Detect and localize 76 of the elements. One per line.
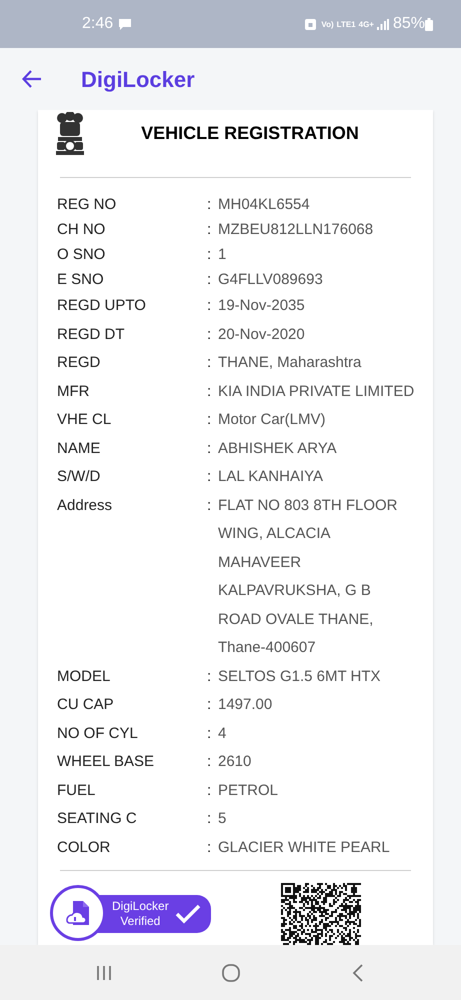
field-label: Address [57,496,114,516]
field-label: VHE CL [57,410,112,430]
colon: : [207,195,212,215]
field-label: S/W/D [57,467,102,487]
colon: : [207,809,212,829]
back-icon [352,964,364,982]
field-value: MZBEU812LLN176068 [218,220,374,240]
field-label: COLOR [57,838,112,858]
field-label: CU CAP [57,695,115,715]
field-value: 20-Nov-2020 [218,324,306,344]
colon: : [207,752,212,772]
colon: : [207,438,212,458]
field-label: REGD [57,353,102,373]
colon: : [207,382,212,402]
qr-code-icon [281,883,361,945]
field-label: NO OF CYL [57,724,139,744]
status-time: 2:46 [82,14,114,34]
battery-icon [425,18,433,30]
arrow-left-icon [22,70,42,88]
field-value: 2610 [218,752,252,772]
colon: : [207,780,212,800]
colon: : [207,324,212,344]
colon: : [207,838,212,858]
signal-icon [376,18,389,30]
field-value: 4 [218,724,228,744]
colon: : [207,496,212,516]
field-value: Motor Car(LMV) [218,410,327,430]
colon: : [207,467,212,487]
field-label: REG NO [57,195,118,215]
colon: : [207,353,212,373]
emblem-icon [53,112,87,158]
colon: : [207,220,212,240]
checkmark-icon [174,904,201,924]
message-icon [118,18,132,30]
colon: : [207,410,212,430]
field-label: FUEL [57,780,96,800]
field-value: THANE, Maharashtra [218,353,362,373]
badge-text: Verified [120,914,160,929]
home-icon [220,962,240,982]
field-value: GLACIER WHITE PEARL [218,838,391,858]
battery-percent: 85% [392,14,425,34]
colon: : [207,296,212,316]
field-label: MFR [57,382,90,402]
field-value: PETROL [218,780,280,800]
field-value: LAL KANHAIYA [218,467,324,487]
field-label: MODEL [57,666,112,686]
colon: : [207,245,212,265]
field-value: ABHISHEK ARYA [218,438,338,458]
network-label: LTE1 [336,20,356,28]
field-label: REGD DT [57,324,126,344]
field-label: WHEEL BASE [57,752,155,772]
field-value: 1497.00 [218,695,274,715]
field-value: KIA INDIA PRIVATE LIMITED [218,382,415,402]
field-label: CH NO [57,220,106,240]
field-value: MH04KL6554 [218,195,311,215]
field-value: 19-Nov-2035 [218,296,306,316]
field-value: FLAT NO 803 8TH FLOOR WING, ALCACIA MAHAVEER KALPAVRUKSHA, G B ROAD OVALE THANE, Thane-400607 [218,496,398,658]
field-value: 5 [218,809,228,829]
colon: : [207,270,212,290]
network-label: Vo) [321,20,334,28]
document-title: VEHICLE REGISTRATION [140,122,360,145]
colon: : [207,695,212,715]
app-title: DigiLocker [81,66,195,94]
colon: : [207,666,212,686]
badge-text: DigiLocker [112,899,169,914]
field-label: SEATING C [57,809,138,829]
network-label: 4G+ [358,20,374,28]
recent-apps-icon [96,964,112,980]
field-value: SELTOS G1.5 6MT HTX [218,666,382,686]
field-label: NAME [57,438,102,458]
field-label: E SNO [57,270,105,290]
field-label: REGD UPTO [57,296,147,316]
colon: : [207,724,212,744]
field-label: O SNO [57,245,106,265]
field-value: G4FLLV089693 [218,270,324,290]
field-value: 1 [218,245,228,265]
